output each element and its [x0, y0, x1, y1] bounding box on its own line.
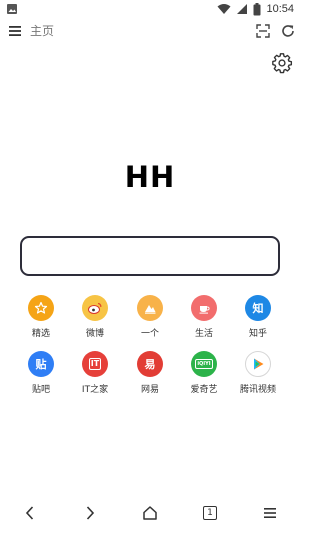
shortcut-label: 一个: [140, 329, 159, 339]
shortcut-yige[interactable]: 一个: [120, 295, 180, 339]
star-icon: [28, 295, 54, 321]
tabs-icon: 1: [203, 506, 217, 520]
menu-icon[interactable]: [260, 503, 280, 523]
address-bar-text[interactable]: 主页: [30, 22, 54, 40]
shortcut-netease[interactable]: 易 网易: [120, 351, 180, 395]
gear-icon[interactable]: [271, 52, 293, 74]
tabs-button[interactable]: 1: [200, 503, 220, 523]
shortcut-iqiyi[interactable]: iQIYI 爱奇艺: [174, 351, 234, 395]
shortcut-ithome[interactable]: IT IT之家: [65, 351, 125, 395]
shortcut-tencent-video[interactable]: 腾讯视频: [228, 351, 288, 395]
iqiyi-glyph: iQIYI: [195, 359, 213, 369]
signal-icon: [237, 4, 248, 14]
tencent-video-icon: [245, 351, 271, 377]
shortcut-label: 生活: [194, 329, 213, 339]
cup-icon: [191, 295, 217, 321]
shortcut-label: 网易: [140, 385, 159, 395]
wifi-icon: [217, 4, 231, 14]
shortcut-jingxuan[interactable]: 精选: [11, 295, 71, 339]
forward-icon[interactable]: [80, 503, 100, 523]
shortcut-weibo[interactable]: 微博: [65, 295, 125, 339]
battery-icon: [253, 2, 261, 15]
shortcut-zhihu[interactable]: 知 知乎: [228, 295, 288, 339]
refresh-icon[interactable]: [279, 22, 297, 40]
shortcut-label: 知乎: [248, 329, 267, 339]
ithome-glyph: IT: [88, 358, 102, 370]
weibo-icon: [82, 295, 108, 321]
shortcut-shenghuo[interactable]: 生活: [174, 295, 234, 339]
iqiyi-icon: iQIYI: [191, 351, 217, 377]
shortcut-label: 爱奇艺: [190, 385, 218, 395]
bottom-nav: 1: [0, 500, 300, 526]
back-icon[interactable]: [20, 503, 40, 523]
netease-icon: 易: [137, 351, 163, 377]
status-time: 10:54: [266, 3, 294, 15]
shortcut-tieba[interactable]: 贴 贴吧: [11, 351, 71, 395]
tieba-icon: 贴: [28, 351, 54, 377]
menu-icon[interactable]: [6, 22, 24, 40]
shortcut-label: 腾讯视频: [239, 385, 276, 395]
shortcut-label: IT之家: [81, 385, 109, 395]
shortcut-label: 贴吧: [31, 385, 50, 395]
search-input[interactable]: [22, 238, 278, 274]
shortcut-label: 精选: [31, 329, 50, 339]
mountain-icon: [137, 295, 163, 321]
home-icon[interactable]: [140, 503, 160, 523]
ithome-icon: IT: [82, 351, 108, 377]
top-toolbar: 主页: [0, 20, 300, 42]
image-icon: [7, 4, 17, 14]
home-logo: HH: [124, 160, 176, 194]
zhihu-icon: 知: [245, 295, 271, 321]
search-box[interactable]: [20, 236, 280, 276]
scan-icon[interactable]: [254, 22, 272, 40]
shortcut-label: 微博: [85, 329, 104, 339]
status-bar: 10:54: [0, 0, 300, 18]
